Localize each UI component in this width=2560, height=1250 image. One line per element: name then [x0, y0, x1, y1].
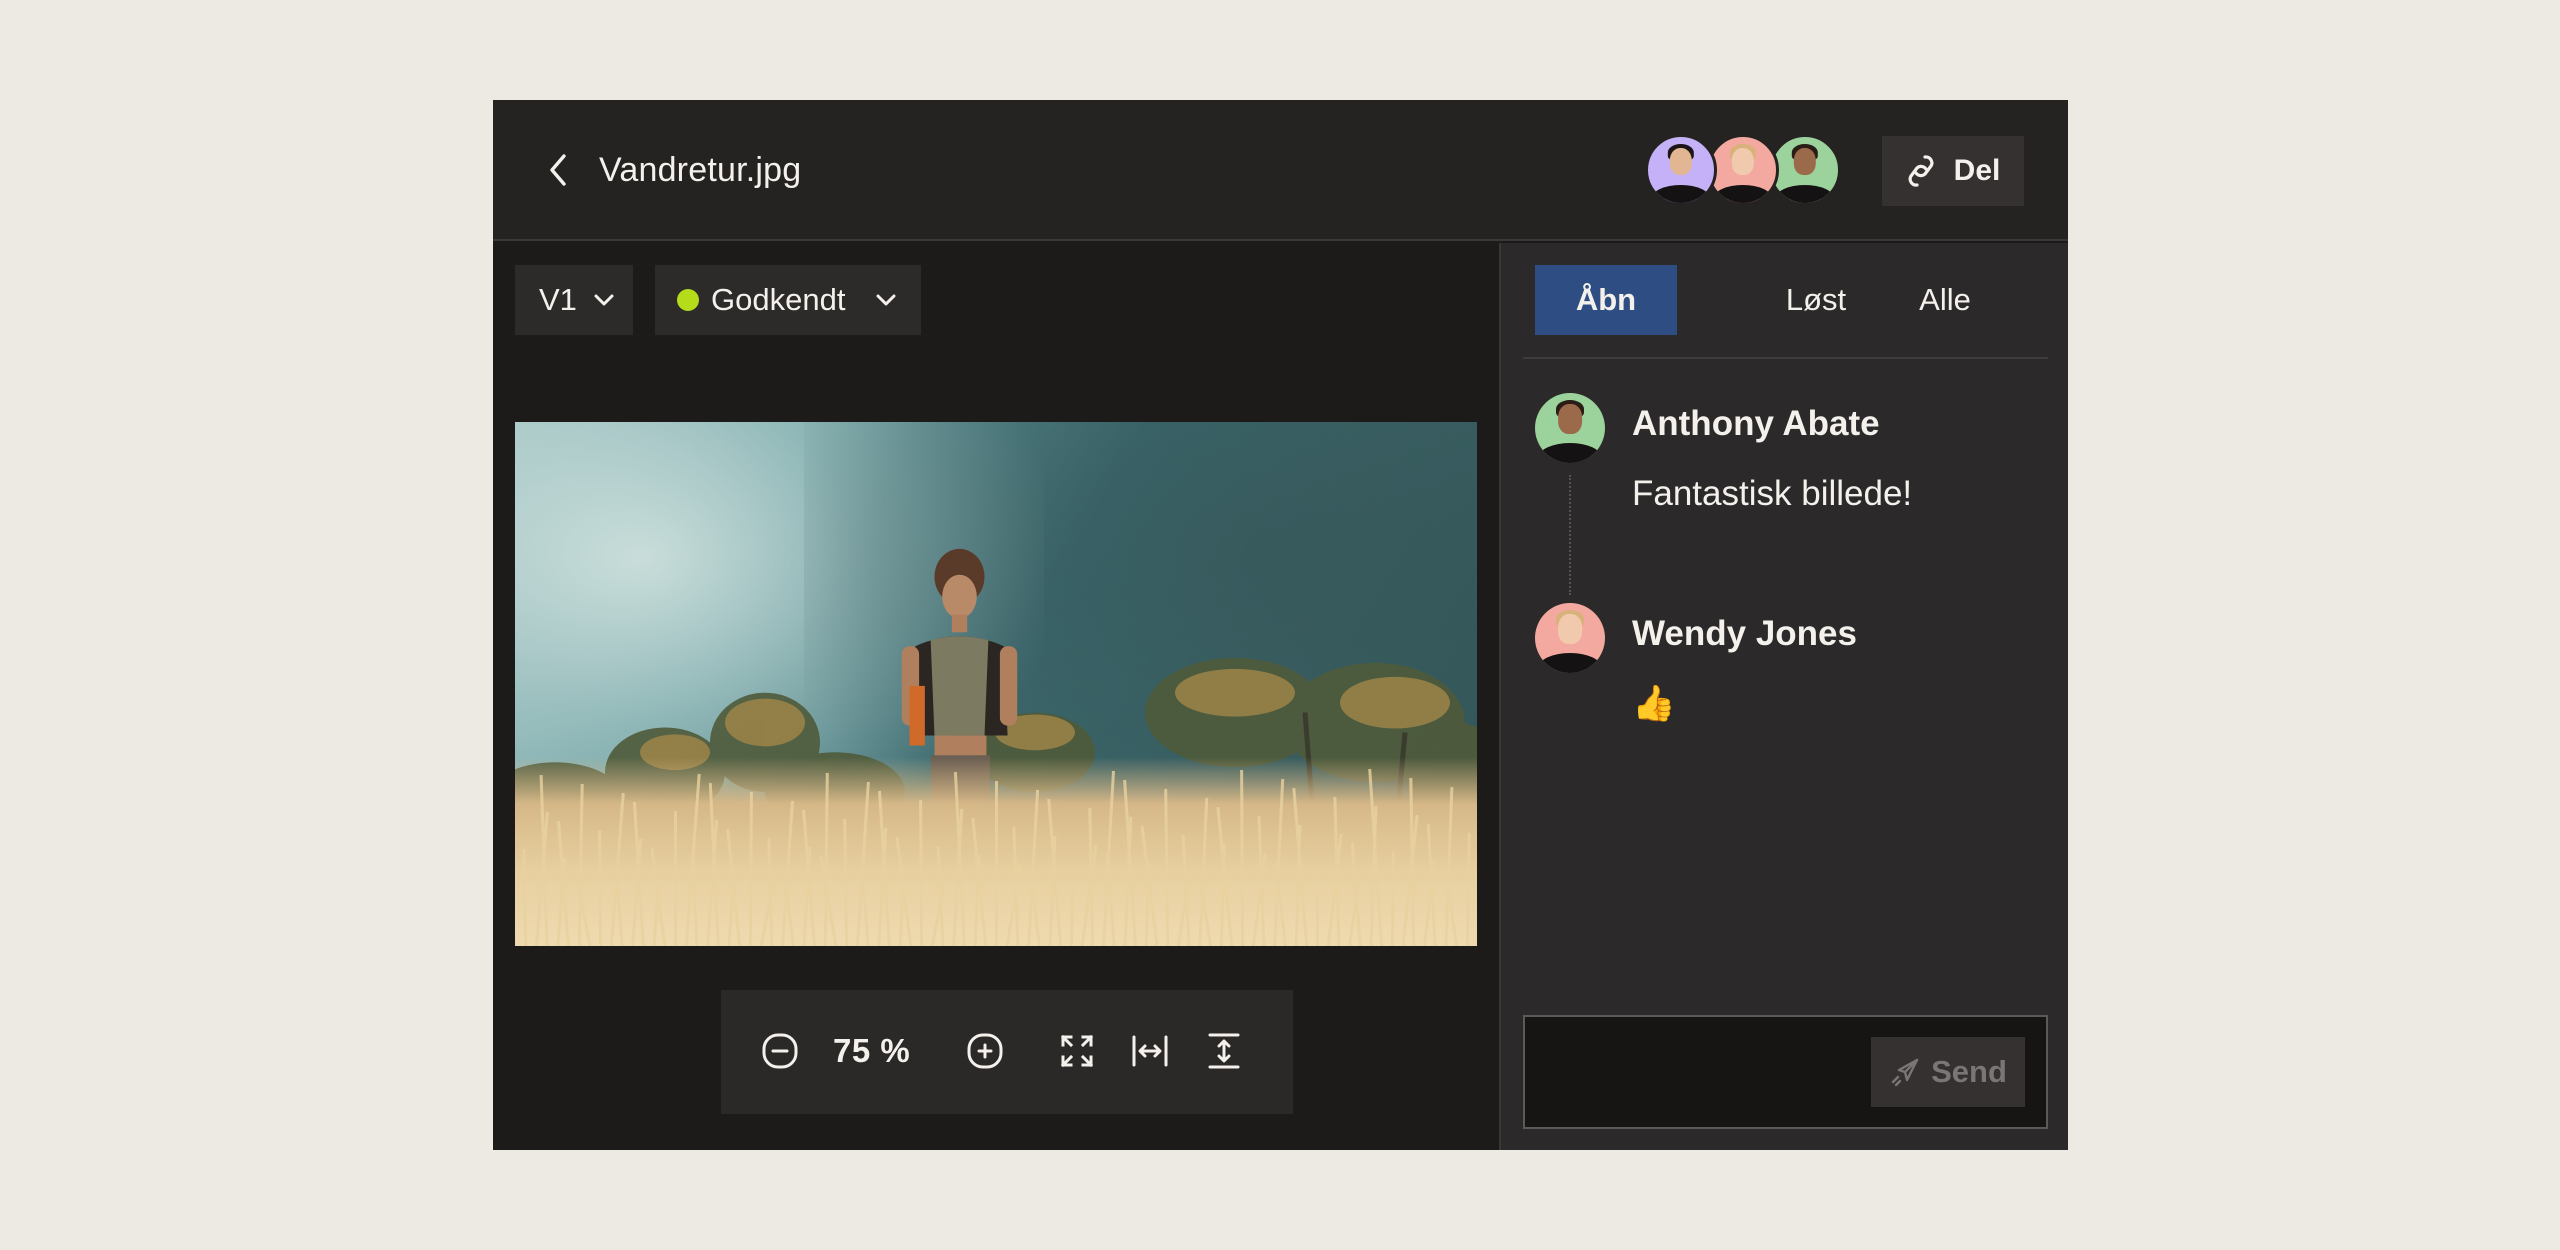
grass-blade — [919, 799, 924, 946]
grass-blade — [1140, 825, 1159, 946]
grass-blade — [1240, 769, 1245, 946]
comment-author: Wendy Jones — [1632, 614, 1857, 653]
version-value: V1 — [539, 282, 577, 317]
comments-panel: Åbn Løst Alle Anthony Abate Fantastisk b… — [1499, 243, 2068, 1150]
zoom-out-icon — [762, 1033, 798, 1069]
grass-blade — [748, 791, 753, 946]
collaborator-avatars[interactable] — [1645, 134, 1841, 206]
avatar-face — [1558, 614, 1582, 644]
image-viewer: V1 Godkendt 75 % — [493, 243, 1497, 1150]
fit-height-icon — [1208, 1033, 1240, 1069]
avatar — [1535, 393, 1605, 463]
avatar-shoulders — [1775, 184, 1835, 203]
avatar-shoulders — [1651, 184, 1711, 203]
grass-blade — [1181, 834, 1191, 946]
fit-width-button[interactable] — [1127, 1028, 1173, 1074]
comment-text: Fantastisk billede! — [1632, 474, 1913, 513]
comment-text: 👍 — [1632, 684, 1676, 723]
grass-blade — [895, 836, 913, 946]
file-title: Vandretur.jpg — [599, 151, 802, 189]
grass-blade — [1426, 823, 1437, 946]
chevron-left-icon — [550, 154, 566, 186]
zoom-in-icon — [967, 1033, 1003, 1069]
comment-item[interactable]: Anthony Abate Fantastisk billede! — [1535, 393, 2035, 593]
zoom-toolbar: 75 % — [721, 990, 1293, 1114]
chevron-down-icon — [593, 293, 615, 307]
avatar-shoulders — [1713, 184, 1773, 203]
expand-icon — [1060, 1034, 1094, 1068]
send-button[interactable]: Send — [1871, 1037, 2025, 1107]
grass-blade — [1105, 853, 1116, 946]
send-button-label: Send — [1931, 1054, 2007, 1089]
comment-composer: Send — [1523, 1015, 2048, 1129]
grass-blade — [1390, 851, 1395, 946]
zoom-in-button[interactable] — [962, 1028, 1008, 1074]
comment-filter-tabs: Åbn Løst Alle — [1523, 265, 2048, 359]
grass-blade — [767, 837, 774, 946]
grass-blade — [1257, 815, 1266, 946]
version-dropdown[interactable]: V1 — [515, 265, 633, 335]
link-icon — [1908, 155, 1934, 187]
fit-screen-button[interactable] — [1054, 1028, 1100, 1074]
collaborator-avatar[interactable] — [1707, 134, 1779, 206]
chevron-down-icon — [875, 293, 897, 307]
grass-blade — [1401, 814, 1419, 946]
grass-blade — [1069, 881, 1074, 946]
avatar — [1535, 603, 1605, 673]
fit-height-button[interactable] — [1201, 1028, 1247, 1074]
grass-blade — [1088, 807, 1095, 946]
grass-blade — [843, 818, 849, 946]
back-button[interactable] — [543, 148, 573, 192]
grass-blade — [577, 783, 584, 946]
grass-blade — [953, 771, 966, 946]
tab-resolved[interactable]: Løst — [1761, 265, 1871, 335]
grass-blade — [819, 855, 838, 946]
header-bar: Vandretur.jpg Del — [493, 100, 2068, 241]
grass-blade — [1216, 806, 1234, 946]
comment-input[interactable] — [1525, 1017, 1865, 1127]
comment-author: Anthony Abate — [1632, 404, 1880, 443]
avatar-face — [1793, 147, 1817, 176]
avatar-shoulders — [1538, 653, 1602, 673]
grass-blade — [1080, 844, 1098, 946]
grass-blade — [1333, 796, 1341, 946]
avatar-face — [1558, 404, 1582, 434]
send-icon — [1891, 1058, 1919, 1087]
avatar-shoulders — [1538, 443, 1602, 463]
avatar-face — [1731, 147, 1755, 176]
preview-image[interactable] — [515, 422, 1477, 946]
grass-blade — [691, 856, 699, 946]
grass-blade — [1409, 777, 1416, 946]
zoom-level: 75 % — [833, 1032, 911, 1069]
file-review-window: Vandretur.jpg Del V1 Godkendt 75 % Åbn L… — [493, 100, 2068, 1150]
share-button[interactable]: Del — [1882, 136, 2024, 206]
zoom-out-button[interactable] — [757, 1028, 803, 1074]
collaborator-avatar[interactable] — [1645, 134, 1717, 206]
grass-blade — [1012, 826, 1020, 946]
grass-blade — [784, 883, 795, 946]
tab-all[interactable]: Alle — [1895, 265, 1995, 335]
status-value: Godkendt — [711, 282, 846, 317]
image-grass-blades — [515, 768, 1471, 946]
grass-blade — [615, 875, 624, 946]
status-dot — [677, 289, 699, 311]
grass-blade — [1029, 872, 1041, 946]
grass-blade — [708, 782, 720, 946]
grass-blade — [1444, 786, 1454, 946]
grass-blade — [1164, 788, 1170, 946]
grass-blade — [598, 829, 603, 946]
collaborator-avatar[interactable] — [1769, 134, 1841, 206]
status-dropdown[interactable]: Godkendt — [655, 265, 921, 335]
grass-blade — [1465, 832, 1471, 946]
grass-blade — [1350, 842, 1362, 946]
grass-blade — [522, 848, 528, 946]
grass-blade — [860, 864, 870, 946]
avatar-face — [1669, 147, 1693, 176]
share-button-label: Del — [1953, 154, 2001, 187]
grass-blade — [823, 772, 829, 946]
comment-item[interactable]: Wendy Jones 👍 — [1535, 603, 2035, 743]
tab-open[interactable]: Åbn — [1535, 265, 1677, 335]
fit-width-icon — [1132, 1035, 1168, 1067]
